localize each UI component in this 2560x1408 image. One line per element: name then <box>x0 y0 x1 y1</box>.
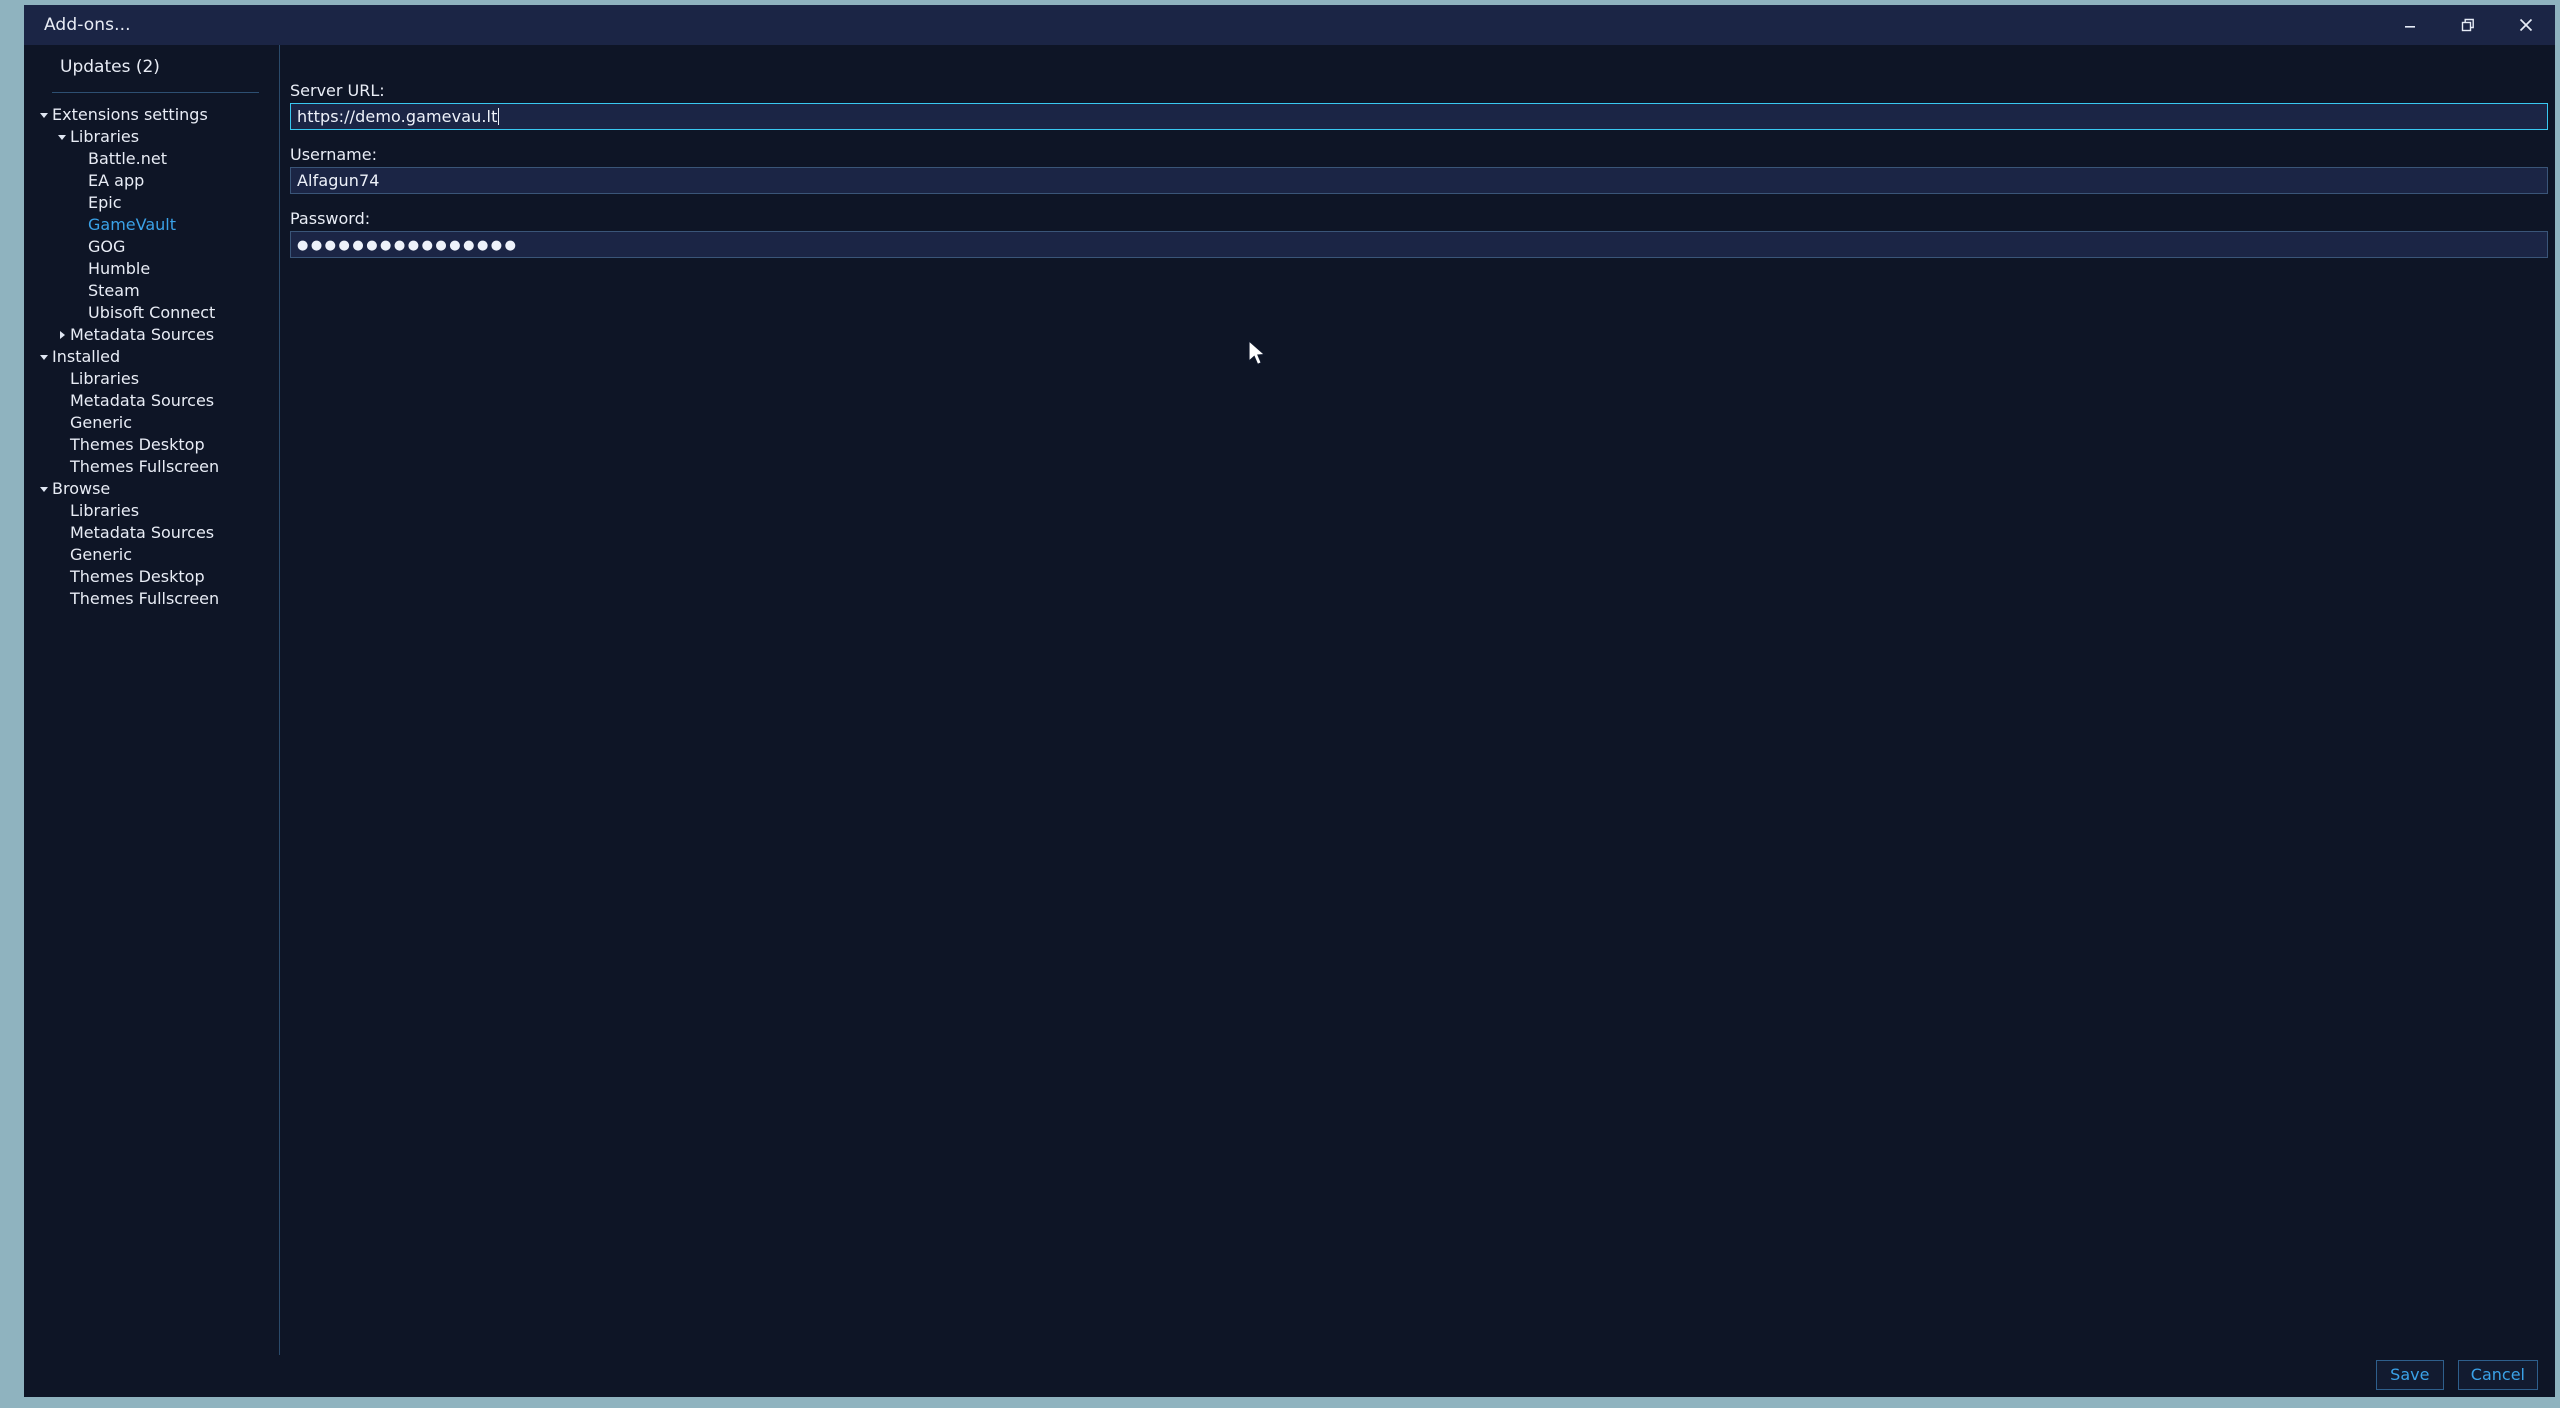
tree-item-battle-net[interactable]: Battle.net <box>24 148 279 170</box>
tree-item-epic[interactable]: Epic <box>24 192 279 214</box>
window-controls <box>2381 5 2555 45</box>
tree-item-label: Generic <box>70 413 133 432</box>
tree-item-label: Battle.net <box>88 149 167 168</box>
close-icon <box>2517 16 2535 34</box>
tree-item-ubisoft-connect[interactable]: Ubisoft Connect <box>24 302 279 324</box>
tree-item-generic[interactable]: Generic <box>24 544 279 566</box>
tree-item-label: Themes Fullscreen <box>70 589 220 608</box>
tree-item-label: Ubisoft Connect <box>88 303 216 322</box>
tree-item-label: EA app <box>88 171 145 190</box>
username-label: Username: <box>290 145 377 164</box>
updates-label: Updates (2) <box>60 57 160 77</box>
chevron-down-icon[interactable] <box>36 110 52 120</box>
chevron-down-icon[interactable] <box>36 352 52 362</box>
tree-item-metadata-sources[interactable]: Metadata Sources <box>24 324 279 346</box>
tree-item-label: Browse <box>52 479 111 498</box>
server-url-value: https://demo.gamevau.lt <box>297 106 498 126</box>
tree-item-label: Themes Fullscreen <box>70 457 220 476</box>
tree-item-themes-desktop[interactable]: Themes Desktop <box>24 434 279 456</box>
tree-item-label: Metadata Sources <box>70 391 215 410</box>
tree-item-browse[interactable]: Browse <box>24 478 279 500</box>
tree-item-label: Steam <box>88 281 140 300</box>
tree-item-label: Libraries <box>70 369 140 388</box>
tree-item-label: Extensions settings <box>52 105 208 124</box>
username-value: Alfagun74 <box>297 170 380 190</box>
tree-item-label: Themes Desktop <box>70 435 205 454</box>
dialog-footer: Save Cancel <box>24 1351 2555 1397</box>
text-caret <box>498 108 500 125</box>
window-inner: Add-ons... Updates (2) Extensions settin… <box>24 5 2555 1397</box>
tree-item-label: Libraries <box>70 501 140 520</box>
tree-item-installed[interactable]: Installed <box>24 346 279 368</box>
tree-item-label: Metadata Sources <box>70 523 215 542</box>
sidebar: Updates (2) Extensions settings Libraries… <box>24 45 280 1355</box>
save-button[interactable]: Save <box>2375 1359 2444 1390</box>
tree-item-generic[interactable]: Generic <box>24 412 279 434</box>
addons-window: Add-ons... Updates (2) Extensions settin… <box>0 0 2560 1408</box>
tree-item-humble[interactable]: Humble <box>24 258 279 280</box>
tree-item-label: Libraries <box>70 127 140 146</box>
tree-item-label: Installed <box>52 347 121 366</box>
tree-item-themes-fullscreen[interactable]: Themes Fullscreen <box>24 588 279 610</box>
chevron-down-icon[interactable] <box>54 132 70 142</box>
minimize-button[interactable] <box>2381 5 2439 45</box>
tree-item-libraries[interactable]: Libraries <box>24 500 279 522</box>
tree-item-themes-desktop[interactable]: Themes Desktop <box>24 566 279 588</box>
tree-item-libraries[interactable]: Libraries <box>24 368 279 390</box>
password-label: Password: <box>290 209 371 228</box>
tree-item-gamevault[interactable]: GameVault <box>24 214 279 236</box>
tree-item-extensions-settings[interactable]: Extensions settings <box>24 104 279 126</box>
settings-content-pane: Server URL: https://demo.gamevau.lt User… <box>280 45 2555 1355</box>
password-value: ●●●●●●●●●●●●●●●● <box>297 238 519 253</box>
tree-item-label: GOG <box>88 237 126 256</box>
title-bar[interactable]: Add-ons... <box>24 5 2555 45</box>
tree-item-ea-app[interactable]: EA app <box>24 170 279 192</box>
tree-item-label: Themes Desktop <box>70 567 205 586</box>
username-input[interactable]: Alfagun74 <box>290 167 2548 194</box>
server-url-input[interactable]: https://demo.gamevau.lt <box>290 103 2548 130</box>
chevron-right-icon[interactable] <box>54 330 70 340</box>
tree-item-steam[interactable]: Steam <box>24 280 279 302</box>
password-input[interactable]: ●●●●●●●●●●●●●●●● <box>290 231 2548 258</box>
close-button[interactable] <box>2497 5 2555 45</box>
minimize-icon <box>2402 17 2418 33</box>
cancel-button[interactable]: Cancel <box>2457 1359 2538 1390</box>
chevron-down-icon[interactable] <box>36 484 52 494</box>
tree-item-metadata-sources[interactable]: Metadata Sources <box>24 390 279 412</box>
tree-item-label: GameVault <box>88 215 176 234</box>
tree-item-metadata-sources[interactable]: Metadata Sources <box>24 522 279 544</box>
tree-item-libraries[interactable]: Libraries <box>24 126 279 148</box>
tree-item-label: Generic <box>70 545 133 564</box>
tree-item-label: Humble <box>88 259 151 278</box>
server-url-label: Server URL: <box>290 81 385 100</box>
tree-item-label: Epic <box>88 193 122 212</box>
tree-item-themes-fullscreen[interactable]: Themes Fullscreen <box>24 456 279 478</box>
window-title: Add-ons... <box>44 15 131 35</box>
tree-item-label: Metadata Sources <box>70 325 215 344</box>
restore-icon <box>2460 17 2476 33</box>
restore-button[interactable] <box>2439 5 2497 45</box>
updates-row[interactable]: Updates (2) <box>24 45 279 85</box>
settings-tree: Extensions settings Libraries Battle.net EA… <box>24 93 279 610</box>
window-body: Updates (2) Extensions settings Libraries… <box>24 45 2555 1355</box>
tree-item-gog[interactable]: GOG <box>24 236 279 258</box>
